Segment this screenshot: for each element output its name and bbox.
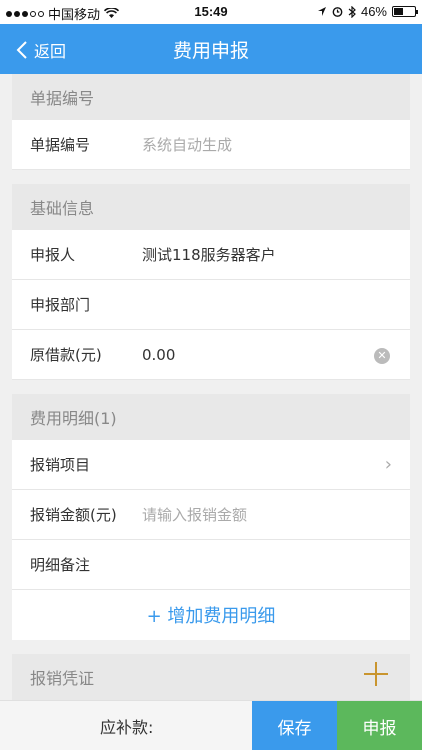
amount-row: 报销金额(元) 请输入报销金额: [12, 490, 410, 540]
note-row[interactable]: 明细备注: [12, 540, 410, 590]
chevron-right-icon: ›: [384, 454, 392, 475]
department-row[interactable]: 申报部门: [12, 280, 410, 330]
add-voucher-icon[interactable]: [364, 662, 388, 686]
doc-no-row: 单据编号 系统自动生成: [12, 120, 410, 170]
section-gap: [12, 640, 410, 654]
expense-item-row[interactable]: 报销项目 ›: [12, 440, 410, 490]
applicant-row[interactable]: 申报人 测试118服务器客户: [12, 230, 410, 280]
bluetooth-icon: [348, 5, 356, 18]
section-header-detail: 费用明细(1): [12, 394, 410, 440]
nav-bar: 返回 费用申报: [0, 24, 422, 74]
battery-icon: [392, 6, 418, 17]
battery-percent: 46%: [360, 4, 387, 19]
status-bar: 中国移动 15:49 46%: [0, 0, 422, 24]
add-expense-detail-button[interactable]: + 增加费用明细: [12, 590, 410, 640]
section-header-doc-no: 单据编号: [12, 74, 410, 120]
clear-icon[interactable]: ✕: [374, 348, 390, 364]
amount-input[interactable]: 请输入报销金额: [142, 504, 247, 525]
department-label: 申报部门: [30, 296, 91, 314]
alarm-icon: [332, 7, 343, 17]
expense-item-label: 报销项目: [30, 456, 91, 474]
doc-no-value: 系统自动生成: [142, 136, 233, 154]
status-right: 46%: [317, 4, 418, 19]
loan-label: 原借款(元): [30, 346, 102, 364]
section-header-voucher: 报销凭证: [12, 654, 410, 700]
form-content: 单据编号 单据编号 系统自动生成 基础信息 申报人 测试118服务器客户 申报部…: [12, 74, 410, 700]
page-title: 费用申报: [172, 40, 249, 62]
due-label: 应补款:: [100, 717, 154, 737]
section-header-basic: 基础信息: [12, 184, 410, 230]
due-amount: 应补款:: [0, 701, 252, 750]
note-label: 明细备注: [30, 556, 91, 574]
location-icon: [317, 7, 326, 16]
doc-no-label: 单据编号: [30, 136, 91, 154]
loan-row: 原借款(元) 0.00 ✕: [12, 330, 410, 380]
save-button[interactable]: 保存: [252, 701, 337, 750]
amount-label: 报销金额(元): [30, 506, 117, 524]
section-gap: [12, 380, 410, 394]
loan-input[interactable]: 0.00: [142, 346, 175, 364]
applicant-label: 申报人: [30, 246, 76, 264]
applicant-value: 测试118服务器客户: [142, 246, 276, 264]
section-gap: [12, 170, 410, 184]
submit-button[interactable]: 申报: [337, 701, 422, 750]
bottom-bar: 应补款: 保存 申报: [0, 700, 422, 750]
voucher-header-label: 报销凭证: [30, 669, 95, 688]
